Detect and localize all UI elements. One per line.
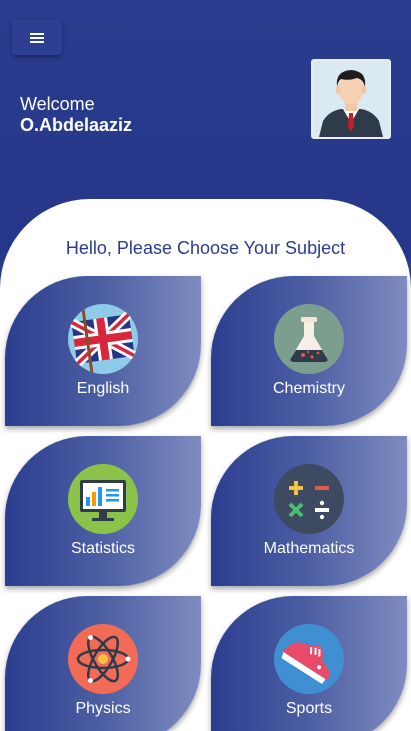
subject-card-sports[interactable]: Sports xyxy=(211,596,407,731)
hamburger-icon xyxy=(30,32,44,43)
subject-label: Mathematics xyxy=(263,540,355,557)
subject-label: Physics xyxy=(75,700,131,717)
subject-label: Statistics xyxy=(70,540,135,557)
atom-icon xyxy=(68,624,138,694)
subject-label: Chemistry xyxy=(272,380,345,397)
subject-card-chemistry[interactable]: Chemistry xyxy=(211,276,407,426)
flask-icon xyxy=(274,304,344,374)
uk-flag-icon xyxy=(68,304,138,374)
sneaker-icon xyxy=(274,624,344,694)
subject-card-physics[interactable]: Physics xyxy=(5,596,201,731)
subject-label: Sports xyxy=(285,700,333,717)
welcome-text: Welcome xyxy=(20,94,95,114)
avatar[interactable] xyxy=(311,59,391,139)
math-operators-icon xyxy=(274,464,344,534)
user-avatar-icon xyxy=(313,61,389,137)
menu-button[interactable] xyxy=(12,20,62,55)
bar-chart-monitor-icon xyxy=(68,464,138,534)
welcome-block: Welcome O.Abdelaaziz xyxy=(20,94,132,136)
subject-card-statistics[interactable]: Statistics xyxy=(5,436,201,586)
user-name: O.Abdelaaziz xyxy=(20,115,133,135)
subject-label: English xyxy=(76,380,130,397)
subject-card-mathematics[interactable]: Mathematics xyxy=(211,436,407,586)
page-title: Hello, Please Choose Your Subject xyxy=(65,238,346,258)
subject-card-english[interactable]: English xyxy=(5,276,201,426)
